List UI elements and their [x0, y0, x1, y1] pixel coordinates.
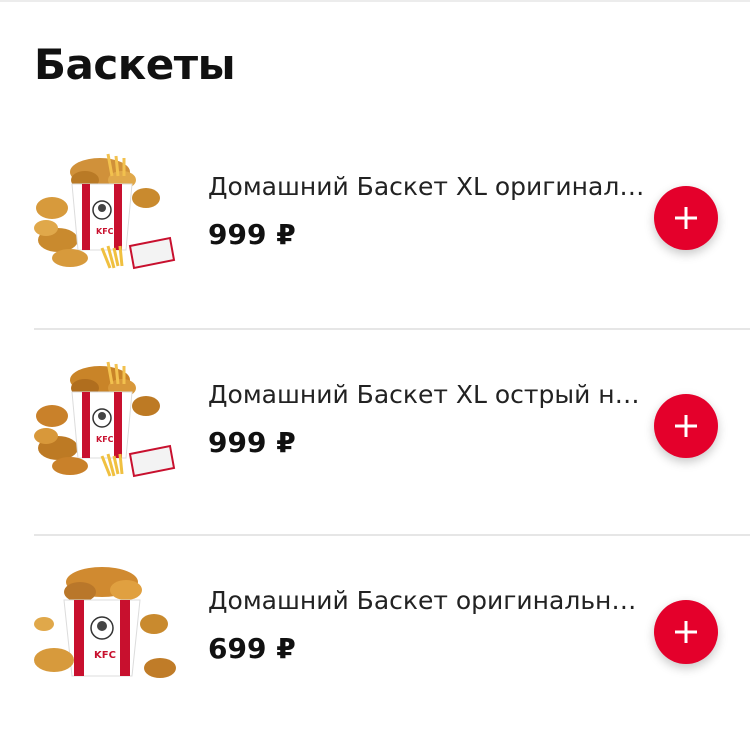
- product-list: KFC Домашний Баскет XL оригиналь... 999 …: [0, 122, 750, 734]
- plus-icon: [675, 415, 697, 437]
- section-title: Баскеты: [34, 40, 236, 89]
- product-name[interactable]: Домашний Баскет оригинальны...: [208, 586, 648, 615]
- product-name[interactable]: Домашний Баскет XL оригиналь...: [208, 172, 648, 201]
- product-card[interactable]: KFC Домашний Баскет XL оригиналь... 999 …: [0, 122, 750, 328]
- svg-text:KFC: KFC: [94, 650, 116, 661]
- add-to-cart-button[interactable]: [654, 394, 718, 458]
- top-divider: [0, 0, 750, 2]
- svg-text:KFC: KFC: [96, 435, 114, 444]
- product-price: 699 ₽: [208, 632, 296, 665]
- product-card[interactable]: KFC Домашний Баскет оригинальны... 699 ₽: [34, 534, 750, 734]
- kfc-basket-xl-image: KFC: [34, 153, 176, 270]
- kfc-basket-image: KFC: [34, 567, 176, 678]
- plus-icon: [675, 621, 697, 643]
- product-name[interactable]: Домашний Баскет XL острый но...: [208, 380, 648, 409]
- product-price: 999 ₽: [208, 218, 296, 251]
- kfc-basket-xl-spicy-image: KFC: [34, 361, 176, 478]
- product-card[interactable]: KFC Домашний Баскет XL острый но... 999 …: [34, 328, 750, 534]
- product-price: 999 ₽: [208, 426, 296, 459]
- plus-icon: [675, 207, 697, 229]
- add-to-cart-button[interactable]: [654, 600, 718, 664]
- svg-text:KFC: KFC: [96, 227, 114, 236]
- add-to-cart-button[interactable]: [654, 186, 718, 250]
